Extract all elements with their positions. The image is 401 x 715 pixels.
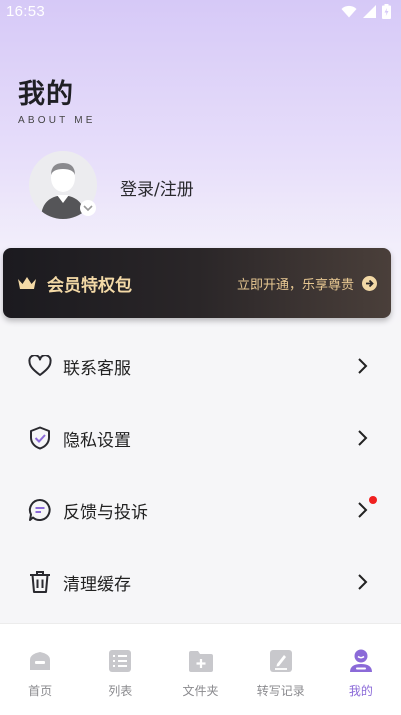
menu-item-clear-cache[interactable]: 清理缓存: [0, 546, 401, 618]
chat-bubble-icon: [28, 498, 52, 522]
trash-icon: [28, 570, 52, 594]
vip-title: 会员特权包: [47, 275, 132, 296]
tab-mine[interactable]: 我的: [321, 624, 401, 715]
user-icon: [348, 648, 374, 674]
login-register-link[interactable]: 登录/注册: [120, 175, 194, 200]
page-title: 我的: [18, 79, 74, 110]
list-icon: [107, 648, 133, 674]
tab-folder[interactable]: 文件夹: [160, 624, 240, 715]
tab-label: 首页: [28, 684, 53, 698]
chevron-right-icon: [358, 574, 368, 590]
tab-label: 列表: [108, 684, 133, 698]
chevron-right-icon: [358, 430, 368, 446]
menu-item-privacy-settings[interactable]: 隐私设置: [0, 402, 401, 474]
menu-item-label: 隐私设置: [63, 430, 131, 451]
title-block: 我的 ABOUT ME: [18, 72, 96, 126]
menu-item-feedback[interactable]: 反馈与投诉: [0, 474, 401, 546]
edit-record-icon: [268, 648, 294, 674]
arrow-circle-right-icon: [362, 275, 377, 291]
cellular-signal-icon: [363, 4, 376, 18]
vip-banner[interactable]: 会员特权包 立即开通，乐享尊贵: [3, 248, 391, 318]
shield-icon: [28, 426, 52, 450]
chevron-right-icon: [358, 358, 368, 374]
tab-transcription-records[interactable]: 转写记录: [241, 624, 321, 715]
avatar-dropdown-badge[interactable]: [80, 200, 96, 216]
home-icon: [27, 648, 53, 674]
folder-add-icon: [188, 648, 214, 674]
menu-list: 联系客服 隐私设置 反馈与投诉 清理缓存: [0, 330, 401, 618]
crown-icon: [18, 277, 36, 289]
status-icons: [341, 3, 391, 19]
vip-cta[interactable]: 立即开通，乐享尊贵: [237, 274, 377, 293]
menu-item-contact-support[interactable]: 联系客服: [0, 330, 401, 402]
battery-icon: [382, 3, 391, 19]
heart-icon: [28, 354, 52, 378]
vip-cta-text: 立即开通，乐享尊贵: [236, 277, 354, 293]
status-bar: 16:53: [0, 0, 401, 22]
status-time: 16:53: [6, 2, 46, 20]
wifi-icon: [341, 5, 357, 18]
tab-home[interactable]: 首页: [0, 624, 80, 715]
chevron-down-icon: [83, 205, 93, 212]
page-subtitle: ABOUT ME: [18, 115, 96, 126]
chevron-right-icon: [358, 502, 368, 518]
menu-item-label: 清理缓存: [63, 574, 131, 595]
menu-item-label: 联系客服: [63, 358, 131, 379]
menu-item-label: 反馈与投诉: [63, 502, 148, 523]
tab-label: 文件夹: [182, 684, 219, 698]
notification-dot: [369, 496, 377, 504]
tab-label: 我的: [348, 684, 373, 698]
bottom-tab-bar: 首页 列表 文件夹 转写记录 我的: [0, 623, 401, 715]
tab-list[interactable]: 列表: [80, 624, 160, 715]
tab-label: 转写记录: [256, 684, 305, 698]
